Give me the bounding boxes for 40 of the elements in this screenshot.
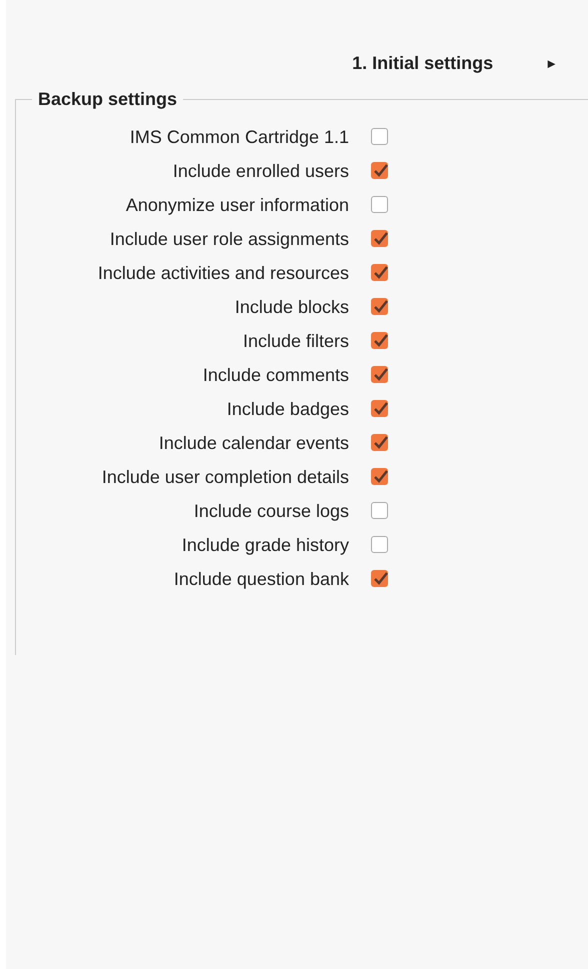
checkbox[interactable]	[371, 162, 388, 179]
checkbox[interactable]	[371, 570, 388, 587]
setting-label: Include enrolled users	[172, 160, 349, 183]
setting-label: Include badges	[226, 398, 349, 421]
checkbox[interactable]	[371, 434, 388, 451]
check-icon	[372, 402, 388, 416]
check-icon	[372, 470, 388, 484]
setting-label: Include question bank	[172, 568, 349, 591]
setting-label: Include blocks	[234, 296, 349, 319]
checkbox[interactable]	[371, 128, 388, 145]
check-icon	[372, 368, 388, 382]
setting-label: Anonymize user information	[124, 194, 349, 217]
checkbox[interactable]	[371, 298, 388, 315]
checkbox[interactable]	[371, 502, 388, 519]
setting-label: Include user role assignments	[108, 228, 349, 251]
setting-label: Include course logs	[192, 500, 349, 523]
checkbox[interactable]	[371, 230, 388, 247]
setting-label: Include filters	[242, 330, 349, 353]
checkbox[interactable]	[371, 264, 388, 281]
check-icon	[372, 164, 388, 178]
check-icon	[372, 436, 388, 450]
checkbox[interactable]	[371, 400, 388, 417]
checkbox[interactable]	[371, 332, 388, 349]
setting-label: IMS Common Cartridge 1.1	[128, 126, 349, 149]
checkbox[interactable]	[371, 536, 388, 553]
check-icon	[372, 334, 388, 348]
checkbox[interactable]	[371, 468, 388, 485]
check-icon	[372, 300, 388, 314]
check-icon	[372, 266, 388, 280]
setting-label: Include user completion details	[100, 466, 349, 489]
check-icon	[372, 232, 388, 246]
section-title: 1. Initial settings	[352, 52, 494, 75]
expand-arrow[interactable]: ►	[545, 54, 558, 74]
setting-label: Include grade history	[180, 534, 349, 557]
check-icon	[372, 572, 388, 586]
checkbox[interactable]	[371, 196, 388, 213]
checkbox[interactable]	[371, 366, 388, 383]
setting-label: Include calendar events	[158, 432, 349, 455]
setting-label: Include activities and resources	[96, 262, 349, 285]
setting-label: Include comments	[202, 364, 349, 387]
